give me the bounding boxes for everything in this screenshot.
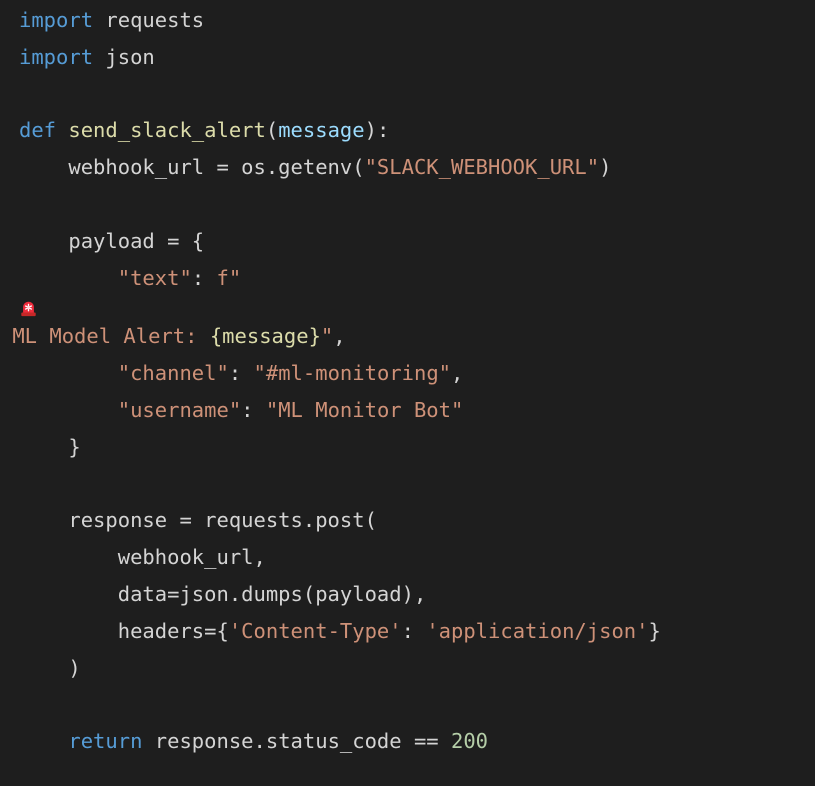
code-text: ): <box>364 118 390 143</box>
code-text: , <box>451 361 464 386</box>
parameter: message <box>278 118 365 143</box>
code-line-21: return response.status_code == 200 <box>19 723 815 760</box>
code-text: webhook_url, <box>19 545 266 570</box>
string-literal: ML Model Alert: <box>0 324 210 349</box>
code-text: json <box>93 44 155 69</box>
code-line-10: ML Model Alert: {message}", <box>0 318 815 355</box>
code-line-7: payload = { <box>19 223 815 260</box>
code-line-4: def send_slack_alert(message): <box>19 112 815 149</box>
code-line-2: import json <box>19 39 815 76</box>
code-line-emoji <box>19 296 815 318</box>
format-expression: {message} <box>209 324 321 349</box>
code-line-13: } <box>19 429 815 466</box>
code-text: data=json.dumps(payload), <box>19 581 427 606</box>
code-line-8: "text": f" <box>19 260 815 297</box>
string-literal: " <box>320 324 334 349</box>
code-text: , <box>333 324 346 349</box>
code-text: ) <box>19 655 81 680</box>
code-text: } <box>19 434 81 459</box>
string-literal: f" <box>216 265 242 290</box>
code-line-11: "channel": "#ml-monitoring", <box>19 355 815 392</box>
code-text: } <box>648 618 661 643</box>
code-line-16: webhook_url, <box>19 539 815 576</box>
code-text: response = requests.post( <box>19 508 377 533</box>
siren-icon <box>21 302 36 317</box>
string-literal: "username" <box>117 397 242 422</box>
code-text: ) <box>599 155 612 180</box>
keyword: return <box>68 729 143 754</box>
code-text: payload = { <box>19 228 205 253</box>
string-literal: "text" <box>117 265 192 290</box>
code-editor[interactable]: import requests import json def send_sla… <box>0 0 815 786</box>
keyword: import <box>19 8 94 32</box>
code-line-1: import requests <box>19 2 815 39</box>
code-text: : <box>191 265 217 290</box>
string-literal: "SLACK_WEBHOOK_URL" <box>364 155 600 180</box>
keyword: def <box>19 118 57 143</box>
code-text: headers={ <box>19 618 229 643</box>
code-text: : <box>401 618 427 643</box>
keyword: import <box>19 44 94 69</box>
code-text: webhook_url = os.getenv( <box>19 155 365 180</box>
code-text: response.status_code == <box>142 729 451 754</box>
code-text: ( <box>265 118 279 143</box>
string-literal: "#ml-monitoring" <box>253 361 452 386</box>
code-line-12: "username": "ML Monitor Bot" <box>19 392 815 429</box>
code-line-5: webhook_url = os.getenv("SLACK_WEBHOOK_U… <box>19 149 815 186</box>
string-literal: "ML Monitor Bot" <box>265 397 464 422</box>
code-line-15: response = requests.post( <box>19 502 815 539</box>
function-name: send_slack_alert <box>68 118 266 143</box>
code-text: requests <box>93 8 205 32</box>
code-text: : <box>228 361 254 386</box>
code-line-19: ) <box>19 650 815 687</box>
code-line-17: data=json.dumps(payload), <box>19 576 815 613</box>
string-literal: 'application/json' <box>426 618 649 643</box>
code-text: : <box>241 397 266 422</box>
string-literal: 'Content-Type' <box>228 618 402 643</box>
code-line-18: headers={'Content-Type': 'application/js… <box>19 613 815 650</box>
string-literal: "channel" <box>117 361 229 386</box>
number-literal: 200 <box>451 729 489 754</box>
